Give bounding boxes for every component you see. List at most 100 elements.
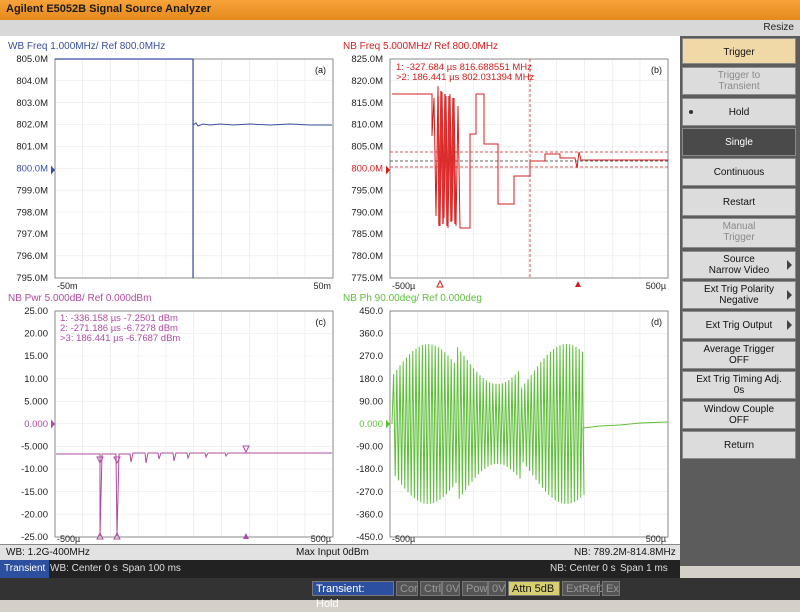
ctrl-chip: Ctrl <box>420 581 442 596</box>
panel-a-x-start: -50m <box>57 281 78 291</box>
menu-bar: Resize <box>0 20 800 37</box>
wb-center: WB: Center 0 s <box>50 563 118 574</box>
trace-display: WB Freq 1.000MHz/ Ref 800.0MHz (a) 805.0… <box>8 41 669 544</box>
softkey-return[interactable]: Return <box>682 431 796 459</box>
panel-d-x-end: 500µ <box>646 534 666 544</box>
instrument-status-bar: Transient: Hold Cor Ctrl 0V Pow 0V Attn … <box>0 578 800 610</box>
panel-d[interactable]: NB Ph 90.00deg/ Ref 0.000deg (d) 450.0 36… <box>343 293 669 544</box>
softkey-continuous[interactable]: Continuous <box>682 158 796 186</box>
panel-b-marker-readout-2: >2: 186.441 µs 802.031394 MHz <box>396 72 535 83</box>
y-tick-label: 180.0 <box>359 374 383 385</box>
mode-indicator[interactable]: Transient <box>0 560 50 578</box>
softkey-trigger-to[interactable]: Trigger to Transient <box>682 67 796 95</box>
panel-a[interactable]: WB Freq 1.000MHz/ Ref 800.0MHz (a) 805.0… <box>8 41 334 291</box>
y-tick-label: 805.0M <box>16 54 48 65</box>
y-tick-label: -450.0 <box>356 532 383 543</box>
y-tick-label: 803.0M <box>16 98 48 109</box>
softkey-single[interactable]: Single <box>682 128 796 156</box>
y-tick-label: 825.0M <box>351 54 383 65</box>
y-tick-label: 810.0M <box>351 120 383 131</box>
softkey-manual[interactable]: Manual Trigger <box>682 218 796 248</box>
softkey-value: OFF <box>729 415 749 426</box>
softkey-label: Single <box>725 137 753 148</box>
panel-c-x-start: -500µ <box>57 534 80 544</box>
softkey-label: Restart <box>722 197 756 208</box>
panel-c-grid <box>54 310 334 538</box>
trigger-state-chip: Transient: Hold <box>312 581 394 610</box>
y-tick-label: 800.0M <box>351 164 383 175</box>
panel-b-x-start: -500µ <box>392 281 415 291</box>
panel-a-x-end: 50m <box>313 281 331 291</box>
cor-chip: Cor <box>396 581 418 596</box>
softkey-restart[interactable]: Restart <box>682 188 796 216</box>
y-tick-label: 780.0M <box>351 251 383 262</box>
wb-span: Span 100 ms <box>122 563 181 574</box>
softkey-ext-trig-output[interactable]: Ext Trig Output <box>682 311 796 339</box>
ext-chip: Ext <box>602 581 620 596</box>
softkey-label: Ext Trig Polarity <box>703 284 775 295</box>
y-tick-label: 815.0M <box>351 98 383 109</box>
softkey-window-couple[interactable]: Window Couple OFF <box>682 401 796 429</box>
y-tick-label: -20.00 <box>21 509 48 520</box>
y-tick-label: -25.00 <box>21 532 48 543</box>
panel-c[interactable]: NB Pwr 5.000dB/ Ref 0.000dBm (c) 25.00 20… <box>8 293 334 544</box>
panel-d-y-labels: 450.0 360.0 270.0 180.0 90.00 0.000 -90.00 -180… <box>356 306 383 543</box>
softkey-label: Manual <box>722 221 756 232</box>
y-tick-label: 798.0M <box>16 207 48 218</box>
softkey-hold[interactable]: Hold <box>682 98 796 126</box>
panel-d-x-start: -500µ <box>392 534 415 544</box>
y-tick-label: 805.0M <box>351 142 383 153</box>
y-tick-label: 800.0M <box>16 164 48 175</box>
panel-c-y-labels: 25.00 20.00 15.00 10.00 5.000 0.000 -5.000 -10.… <box>21 306 48 543</box>
y-tick-label: 10.00 <box>24 374 48 385</box>
y-tick-label: 360.0 <box>359 329 383 340</box>
softkey-label: Source <box>723 254 755 265</box>
softkey-value: Negative <box>719 295 759 306</box>
softkey-value: Trigger <box>723 232 755 243</box>
resize-button[interactable]: Resize <box>763 22 794 33</box>
sweep-status-bar: Transient WB: Center 0 s Span 100 ms NB:… <box>0 560 680 578</box>
softkey-label: Average Trigger <box>703 344 775 355</box>
range-status-bar: WB: 1.2G-400MHz Max Input 0dBm NB: 789.2… <box>0 544 680 561</box>
y-tick-label: 785.0M <box>351 229 383 240</box>
panel-c-x-end: 500µ <box>311 534 331 544</box>
nb-span: Span 1 ms <box>620 563 668 574</box>
panel-d-tag: (d) <box>651 317 662 327</box>
y-tick-label: 90.00 <box>359 396 383 407</box>
submenu-arrow-icon <box>787 260 792 270</box>
softkey-source[interactable]: Source Narrow Video <box>682 251 796 279</box>
pow-voltage-chip: 0V <box>488 581 506 596</box>
softkey-label: Trigger to <box>717 70 761 81</box>
y-tick-label: -360.0 <box>356 509 383 520</box>
attenuation-chip: Attn 5dB <box>508 581 560 596</box>
panel-b-marker-2-flag[interactable] <box>575 281 581 287</box>
ext-ref-chip: ExtRef1 <box>562 581 605 596</box>
softkey-ext-trig-polarity[interactable]: Ext Trig Polarity Negative <box>682 281 796 309</box>
panel-c-ref-marker <box>51 419 55 429</box>
nb-range: NB: 789.2M-814.8MHz <box>574 547 676 558</box>
y-tick-label: 801.0M <box>16 142 48 153</box>
submenu-arrow-icon <box>787 290 792 300</box>
panel-a-tag: (a) <box>315 65 326 75</box>
panel-b-tag: (b) <box>651 65 662 75</box>
y-tick-label: 450.0 <box>359 306 383 317</box>
pow-chip: Pow <box>462 581 488 596</box>
softkey-average-trigger[interactable]: Average Trigger OFF <box>682 341 796 369</box>
nb-center: NB: Center 0 s <box>550 563 616 574</box>
y-tick-label: 802.0M <box>16 120 48 131</box>
panel-b-marker-1-flag[interactable] <box>436 279 444 288</box>
y-tick-label: -270.0 <box>356 487 383 498</box>
y-tick-label: 20.00 <box>24 329 48 340</box>
softkey-value: OFF <box>729 355 749 366</box>
wb-range: WB: 1.2G-400MHz <box>6 547 90 558</box>
y-tick-label: 270.0 <box>359 351 383 362</box>
panel-a-grid <box>54 58 334 279</box>
panel-b-ref-marker <box>386 165 390 175</box>
panel-c-tag: (c) <box>316 317 327 327</box>
panel-b[interactable]: NB Freq 5.000MHz/ Ref 800.0MHz (b) 825.0… <box>343 41 669 291</box>
softkey-label: Return <box>723 440 754 451</box>
softkey-ext-trig-timing-adj[interactable]: Ext Trig Timing Adj. 0s <box>682 371 796 399</box>
panel-a-header: WB Freq 1.000MHz/ Ref 800.0MHz <box>8 41 165 52</box>
y-tick-label: 0.000 <box>24 419 48 430</box>
panel-c-marker-readout-3: >3: 186.441 µs -6.7687 dBm <box>60 333 180 344</box>
